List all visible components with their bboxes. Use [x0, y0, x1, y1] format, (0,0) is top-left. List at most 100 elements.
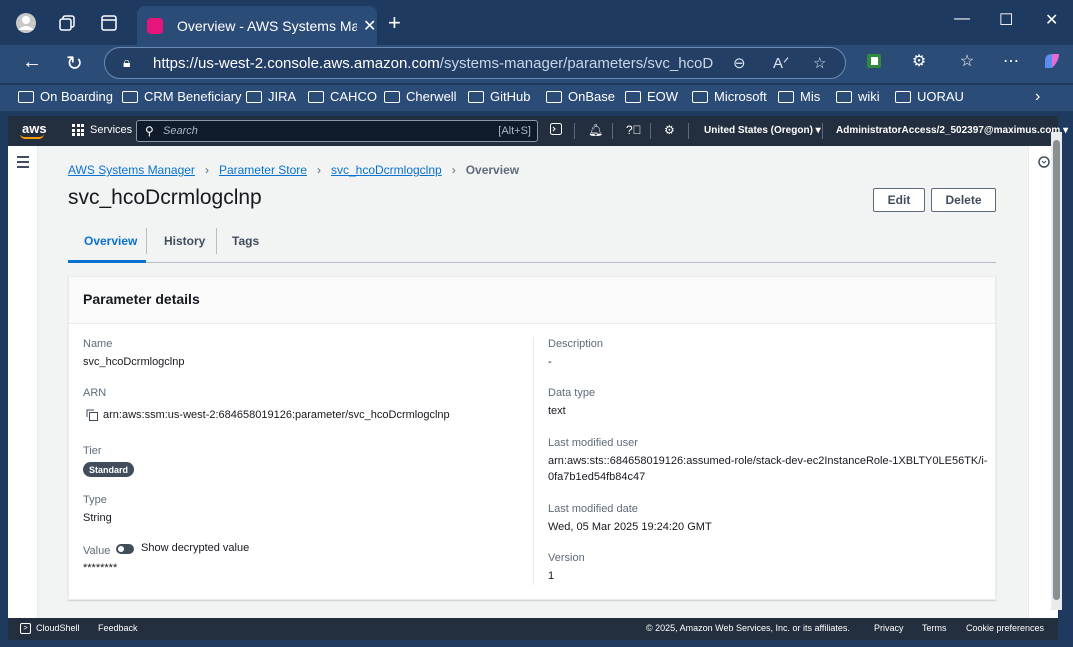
value-label: Value — [83, 545, 111, 557]
copy-icon[interactable] — [86, 409, 98, 421]
folder-icon — [836, 90, 852, 103]
breadcrumb-parameter-store[interactable]: Parameter Store — [219, 163, 307, 177]
account-menu[interactable]: AdministratorAccess/2_502397@maximus.com… — [836, 125, 1068, 136]
bookmark-label: Microsoft — [714, 89, 767, 104]
bookmark-item[interactable]: OnBase — [546, 89, 615, 104]
maximize-icon[interactable]: ☐ — [999, 10, 1013, 30]
tier-label: Tier — [83, 445, 102, 457]
console-search-input[interactable]: ⚲ Search [Alt+S] — [136, 120, 538, 142]
privacy-link[interactable]: Privacy — [874, 623, 904, 633]
chevron-right-icon: › — [204, 163, 209, 177]
tab-actions-icon[interactable] — [98, 12, 120, 34]
browser-window: Overview - AWS Systems Manage ✕ + — ☐ ✕ … — [0, 0, 1073, 647]
info-panel-icon[interactable] — [1038, 156, 1050, 168]
show-decrypted-toggle[interactable] — [116, 544, 134, 554]
bookmark-item[interactable]: EOW — [625, 89, 678, 104]
cloudshell-footer-icon[interactable]: > — [20, 623, 31, 634]
minimize-icon[interactable]: — — [954, 10, 970, 28]
show-decrypted-label: Show decrypted value — [141, 542, 250, 554]
tab-bar: Overview History Tags — [68, 224, 996, 263]
services-label: Services — [90, 124, 133, 136]
tab-active[interactable]: Overview - AWS Systems Manage ✕ — [137, 6, 377, 45]
search-placeholder: Search — [163, 125, 198, 137]
services-menu[interactable]: Services — [72, 124, 132, 136]
bookmark-label: Cherwell — [406, 89, 457, 104]
bookmark-label: GitHub — [490, 89, 531, 104]
page-scrollbar[interactable] — [1051, 132, 1062, 610]
cloudshell-link[interactable]: CloudShell — [36, 623, 80, 633]
favorites-icon[interactable]: ☆ — [958, 52, 976, 70]
main-content: AWS Systems Manager › Parameter Store › … — [38, 146, 1028, 618]
arn-label: ARN — [83, 387, 107, 399]
bookmark-item[interactable]: JIRA — [246, 89, 296, 104]
chevron-right-icon: › — [451, 163, 456, 177]
column-divider — [533, 337, 534, 585]
active-tab-indicator — [68, 260, 146, 263]
bookmark-label: On Boarding — [40, 89, 113, 104]
settings-gear-icon[interactable]: ⚙ — [664, 123, 675, 137]
bookmark-label: Mis — [800, 89, 821, 104]
feedback-link[interactable]: Feedback — [98, 623, 138, 633]
bookmark-item[interactable]: Microsoft — [692, 89, 767, 104]
back-icon[interactable]: ← — [22, 51, 42, 74]
notifications-bell-icon[interactable]: 🔔︎ — [588, 123, 603, 137]
last-modified-user-label: Last modified user — [548, 437, 638, 449]
read-aloud-icon[interactable]: Aᐟ — [773, 54, 789, 72]
last-modified-user-value-line1: arn:aws:sts::684658019126:assumed-role/s… — [548, 455, 988, 467]
bookmark-item[interactable]: UORAU — [895, 89, 964, 104]
bookmark-item[interactable]: Cherwell — [384, 89, 457, 104]
tab-tags[interactable]: Tags — [232, 234, 259, 248]
edit-button[interactable]: Edit — [873, 188, 925, 212]
tab-history[interactable]: History — [164, 234, 205, 248]
menu-hamburger-icon[interactable] — [17, 156, 29, 171]
profile-avatar-icon[interactable] — [15, 12, 37, 34]
bookmark-item[interactable]: On Boarding — [18, 89, 113, 104]
aws-smile-icon — [20, 134, 44, 139]
description-label: Description — [548, 338, 604, 350]
extension-green-icon[interactable] — [865, 52, 883, 70]
folder-icon — [384, 90, 400, 103]
region-selector[interactable]: United States (Oregon) ▾ — [704, 125, 821, 136]
tab-title: Overview - AWS Systems Manage — [177, 17, 357, 34]
favorite-star-icon[interactable]: ☆ — [813, 54, 826, 72]
terms-link[interactable]: Terms — [922, 623, 947, 633]
tab-overview[interactable]: Overview — [84, 234, 137, 248]
copilot-icon[interactable] — [1042, 52, 1060, 70]
bookmark-label: OnBase — [568, 89, 615, 104]
breadcrumb: AWS Systems Manager › Parameter Store › … — [68, 163, 519, 177]
zoom-icon[interactable]: ⊖ — [733, 54, 746, 72]
scrollbar-thumb[interactable] — [1053, 140, 1060, 600]
folder-icon — [895, 90, 911, 103]
bookmark-item[interactable]: CAHCO — [308, 89, 377, 104]
cookie-preferences-link[interactable]: Cookie preferences — [966, 623, 1044, 633]
bookmark-item[interactable]: CRM Beneficiary — [122, 89, 242, 104]
breadcrumb-parameter[interactable]: svc_hcoDcrmlogclnp — [331, 163, 442, 177]
extensions-puzzle-icon[interactable]: ⚙ — [910, 52, 928, 70]
new-tab-icon[interactable]: + — [388, 12, 401, 34]
workspaces-icon[interactable] — [56, 12, 78, 34]
bookmarks-bar: On Boarding CRM Beneficiary JIRA CAHCO Cherw… — [0, 85, 1073, 111]
more-menu-icon[interactable]: ⋯ — [1002, 52, 1020, 70]
folder-icon — [546, 90, 562, 103]
refresh-icon[interactable]: ↻ — [66, 51, 83, 76]
bookmark-label: EOW — [647, 89, 679, 104]
bookmark-label: wiki — [858, 89, 880, 104]
bookmark-label: CAHCO — [330, 89, 377, 104]
folder-icon — [122, 90, 138, 103]
address-bar[interactable]: 🔒︎ https://us-west-2.console.aws.amazon.… — [104, 47, 846, 79]
bookmark-item[interactable]: wiki — [836, 89, 880, 104]
arn-value: arn:aws:ssm:us-west-2:684658019126:param… — [103, 409, 450, 421]
help-icon[interactable]: ?⃝ — [626, 123, 642, 137]
bookmarks-overflow-chevron-icon[interactable]: › — [1035, 88, 1040, 106]
bookmark-item[interactable]: Mis — [778, 89, 820, 104]
breadcrumb-systems-manager[interactable]: AWS Systems Manager — [68, 163, 195, 177]
close-tab-icon[interactable]: ✕ — [363, 16, 376, 36]
grid-icon — [72, 124, 84, 136]
close-window-icon[interactable]: ✕ — [1045, 10, 1058, 30]
folder-icon — [468, 90, 484, 103]
bookmark-label: UORAU — [917, 89, 964, 104]
bookmark-item[interactable]: GitHub — [468, 89, 530, 104]
cloudshell-icon[interactable] — [550, 123, 562, 138]
delete-button[interactable]: Delete — [931, 188, 996, 212]
folder-icon — [692, 90, 708, 103]
